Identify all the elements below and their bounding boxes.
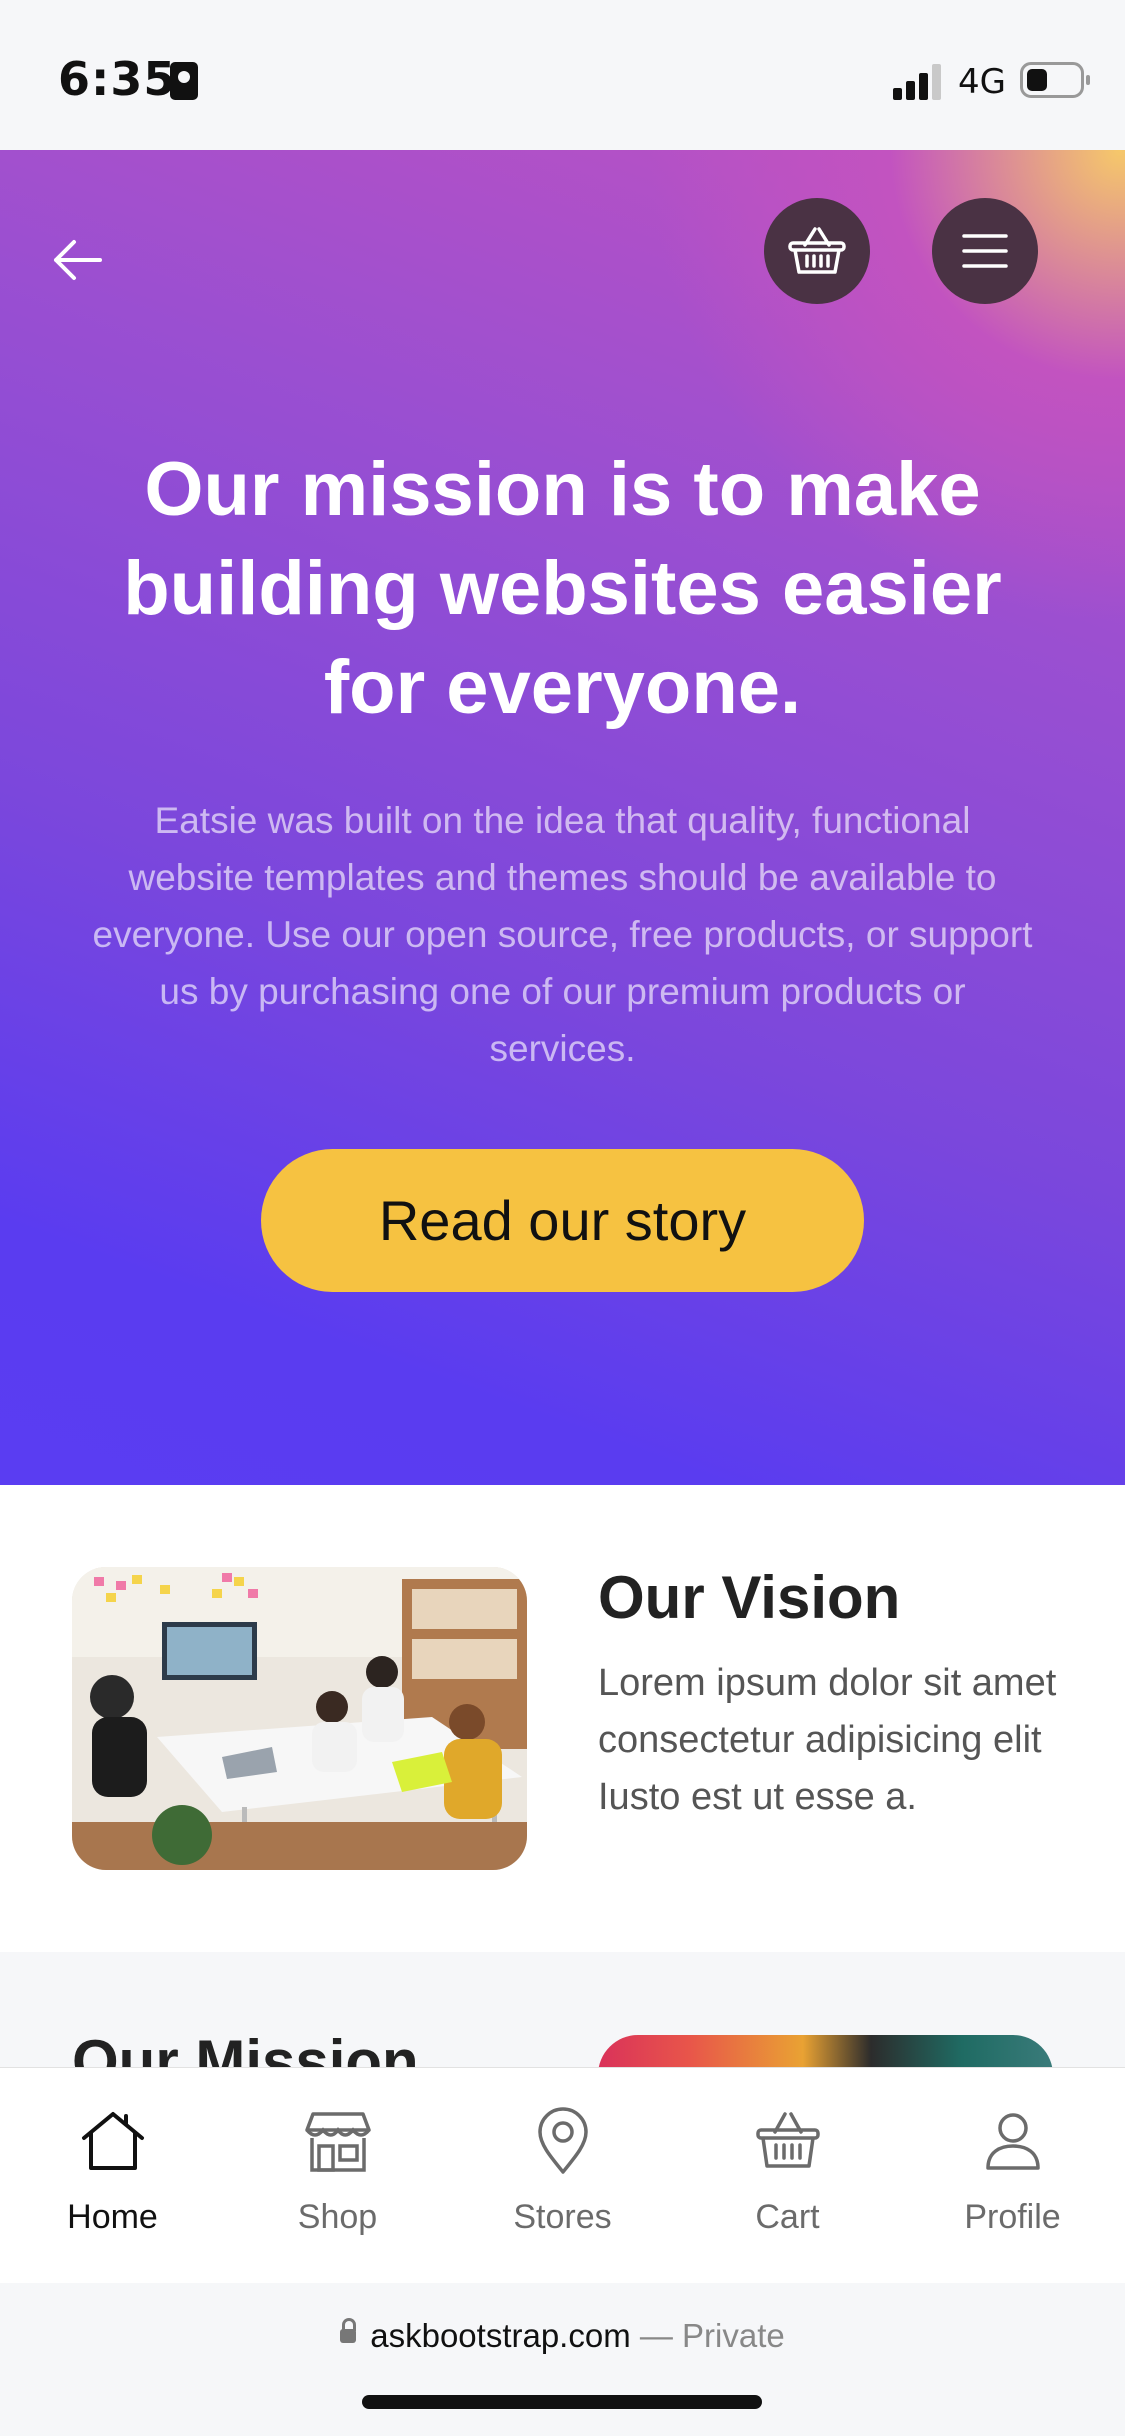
home-icon [82,2112,144,2170]
nav-label-home: Home [67,2198,158,2236]
nav-label-profile: Profile [964,2198,1061,2236]
hero-title: Our mission is to make building websites… [123,447,1002,730]
nav-item-shop[interactable]: Shop [225,2068,450,2283]
nav-item-stores[interactable]: Stores [450,2068,675,2283]
mission-title: Our Mission [72,2028,419,2072]
bottom-nav: Home Shop Stores Cart Profile [0,2067,1125,2284]
battery-icon [1020,62,1090,98]
vision-section: Our Vision Lorem ipsum dolor sit amet co… [0,1485,1125,1952]
menu-button[interactable] [932,198,1038,304]
nav-item-cart[interactable]: Cart [675,2068,900,2283]
mission-section: Our Mission [0,1952,1125,2072]
nav-item-home[interactable]: Home [0,2068,225,2283]
vision-title: Our Vision [598,1564,901,1631]
hero-section: Our mission is to make building websites… [0,150,1125,1485]
location-pin-icon [538,2107,588,2174]
nav-label-stores: Stores [513,2198,612,2236]
back-arrow-icon[interactable] [48,230,108,290]
home-indicator[interactable] [362,2395,762,2409]
hero-description: Eatsie was built on the idea that qualit… [92,800,1033,1069]
basket-icon [756,2112,820,2168]
url-separator: — [639,2317,673,2354]
contact-card-icon [170,62,198,100]
status-bar: 6:35 4G [0,0,1125,150]
read-our-story-button[interactable]: Read our story [261,1149,864,1292]
url-domain: askbootstrap.com [370,2317,631,2354]
cart-button[interactable] [764,198,870,304]
network-label: 4G [958,62,1006,102]
signal-icon [893,62,945,100]
user-icon [986,2113,1040,2170]
url-line[interactable]: askbootstrap.com — Private [0,2317,1125,2355]
browser-url-bar[interactable]: askbootstrap.com — Private [0,2283,1125,2436]
basket-icon [788,227,846,274]
store-icon [305,2112,371,2172]
nav-label-cart: Cart [755,2198,820,2236]
vision-team-image [72,1567,527,1870]
vision-text: Lorem ipsum dolor sit amet consectetur a… [598,1662,1057,1818]
nav-item-profile[interactable]: Profile [900,2068,1125,2283]
menu-icon [962,234,1008,268]
lock-icon [340,2318,357,2344]
status-time: 6:35 [58,52,177,106]
url-private-label: Private [682,2317,785,2354]
nav-label-shop: Shop [297,2198,378,2236]
